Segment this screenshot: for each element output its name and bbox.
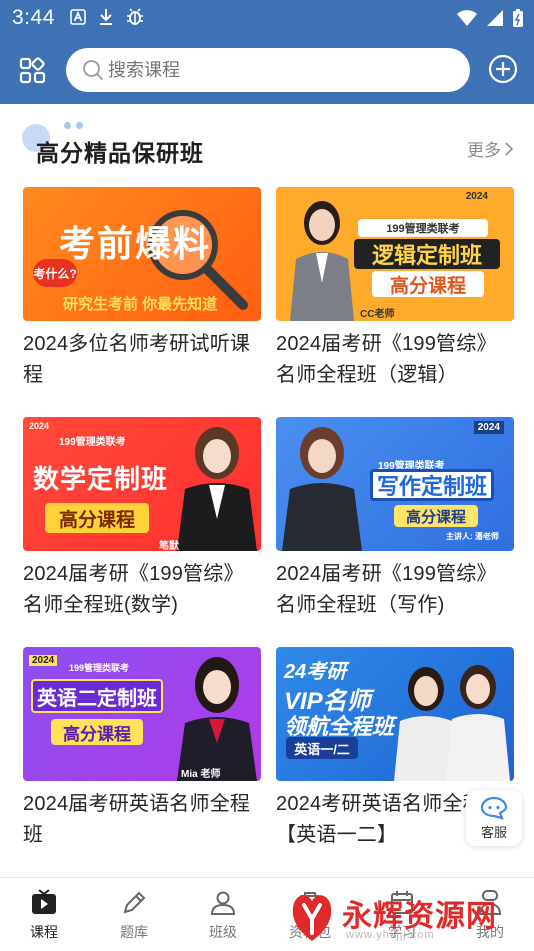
watermark-url: www.yhkjjj.com — [346, 929, 435, 941]
thumb-teacher: Mia 老师 — [181, 769, 221, 780]
top-header — [0, 36, 534, 104]
section-title: 高分精品保研班 — [36, 140, 204, 166]
status-bar: 3:44 — [0, 0, 534, 36]
search-bar[interactable] — [66, 48, 470, 92]
thumb-line2: 高分课程 — [394, 505, 478, 527]
more-label: 更多 — [467, 141, 501, 160]
teacher-photo — [290, 201, 354, 321]
course-card[interactable]: 2024 199管理类联考 数学定制班 高分课程 笔默 2024届考研《199管… — [23, 417, 261, 621]
customer-service-button[interactable]: 客服 — [466, 790, 522, 846]
nav-item-question-bank[interactable]: 题库 — [104, 888, 164, 942]
thumb-year: 2024 — [29, 655, 58, 666]
thumb-tag: 英语一/二 — [286, 737, 358, 759]
course-title: 2024届考研《199管综》名师全程班（写作) — [276, 563, 497, 616]
nav-item-courses[interactable]: 课程 — [14, 888, 74, 942]
thumb-line1: 逻辑定制班 — [354, 239, 500, 269]
text-a-icon — [70, 9, 86, 25]
tv-icon — [32, 889, 56, 914]
course-title: 2024届考研《199管综》名师全程班（逻辑） — [276, 333, 497, 386]
bug-icon — [127, 8, 143, 25]
wifi-icon — [457, 10, 477, 26]
teacher-photo — [394, 665, 510, 781]
nav-label: 班级 — [209, 924, 237, 940]
course-title: 2024届考研《199管综》名师全程班(数学) — [23, 563, 244, 616]
battery-icon — [513, 9, 523, 27]
status-time: 3:44 — [12, 6, 55, 29]
thumb-line1: 写作定制班 — [370, 469, 494, 501]
course-thumbnail: 2024 199管理类联考 数学定制班 高分课程 笔默 — [23, 417, 261, 551]
thumb-line1: 英语二定制班 — [31, 679, 163, 713]
thumb-line1: 24考研 — [284, 661, 347, 683]
thumb-top-tag: 199管理类联考 — [69, 663, 130, 673]
signal-icon — [487, 10, 503, 26]
thumb-badge: 考什么? — [33, 259, 77, 287]
course-card[interactable]: 2024 199管理类联考 逻辑定制班 高分课程 CC老师 2024届考研《19… — [276, 187, 514, 391]
pencil-icon — [123, 891, 146, 914]
thumb-teacher: 主讲人: 潘老师 — [446, 532, 499, 541]
teacher-photo — [282, 427, 362, 551]
course-thumbnail: 考前爆料 考什么? 研究生考前 你最先知道 — [23, 187, 261, 321]
teacher-photo — [177, 427, 257, 551]
thumb-main-text: 考前爆料 — [59, 223, 212, 264]
download-icon — [100, 9, 112, 25]
chevron-right-icon — [505, 141, 514, 156]
course-thumbnail: 2024 199管理类联考 英语二定制班 高分课程 Mia 老师 — [23, 647, 261, 781]
thumb-line1: 数学定制班 — [33, 464, 169, 494]
watermark-logo-icon — [292, 895, 332, 941]
more-link[interactable]: 更多 — [467, 136, 514, 161]
add-circle-icon[interactable] — [488, 54, 518, 84]
course-thumbnail: 24考研 VIP名师 领航全程班 英语一/二 — [276, 647, 514, 781]
chat-bubble-icon — [480, 796, 508, 820]
thumb-line2: 高分课程 — [372, 271, 484, 297]
thumb-year: 2024 — [473, 421, 504, 434]
thumb-teacher: 笔默 — [159, 541, 179, 551]
section-header: 高分精品保研班 更多 — [0, 110, 534, 186]
course-card[interactable]: 2024 199管理类联考 写作定制班 高分课程 主讲人: 潘老师 2024届考… — [276, 417, 514, 621]
thumb-year: 2024 — [29, 421, 50, 431]
nav-label: 课程 — [30, 924, 58, 940]
thumb-sub-text: 研究生考前 你最先知道 — [63, 296, 218, 313]
thumb-top-tag: 199管理类联考 — [358, 219, 488, 237]
nav-label: 题库 — [120, 924, 148, 940]
thumb-line2: 高分课程 — [51, 719, 143, 745]
teacher-photo — [177, 657, 257, 781]
course-title: 2024届考研英语名师全程班 — [23, 793, 251, 846]
status-right-icons — [456, 8, 524, 28]
decor-dot — [64, 122, 71, 129]
course-thumbnail: 2024 199管理类联考 写作定制班 高分课程 主讲人: 潘老师 — [276, 417, 514, 551]
thumb-year: 2024 — [465, 191, 488, 202]
people-icon — [210, 891, 236, 915]
grid-icon[interactable] — [18, 56, 48, 86]
course-card[interactable]: 考前爆料 考什么? 研究生考前 你最先知道 2024多位名师考研试听课程 — [23, 187, 261, 391]
search-icon — [83, 60, 104, 81]
status-left-icons — [70, 8, 144, 26]
service-label: 客服 — [480, 825, 507, 840]
thumb-line2: 高分课程 — [45, 503, 149, 533]
course-thumbnail: 2024 199管理类联考 逻辑定制班 高分课程 CC老师 — [276, 187, 514, 321]
decor-dot — [76, 122, 83, 129]
watermark: 永辉资源网 www.yhkjjj.com — [282, 887, 514, 947]
nav-item-class[interactable]: 班级 — [193, 888, 253, 942]
course-title: 2024多位名师考研试听课程 — [23, 333, 251, 386]
thumb-teacher: CC老师 — [360, 309, 395, 320]
search-input[interactable] — [108, 48, 448, 92]
thumb-top-tag: 199管理类联考 — [59, 437, 126, 448]
course-card[interactable]: 2024 199管理类联考 英语二定制班 高分课程 Mia 老师 2024届考研… — [23, 647, 261, 851]
